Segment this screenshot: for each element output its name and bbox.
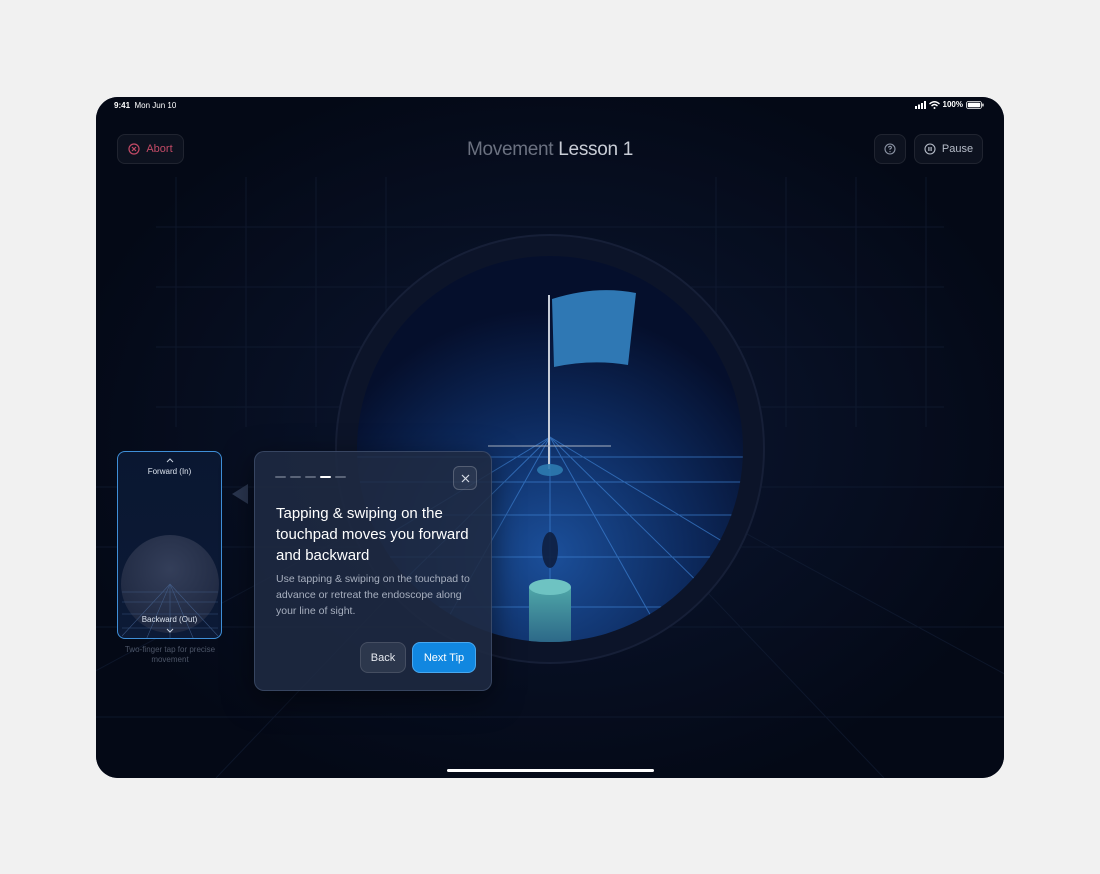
pause-circle-icon: [924, 143, 936, 155]
status-time-text: 9:41: [114, 101, 131, 110]
tip-dialog: Tapping & swiping on the touchpad moves …: [254, 451, 492, 691]
chevron-up-icon: [166, 458, 174, 463]
tip-step-indicator: [275, 476, 346, 478]
close-tip-button[interactable]: [453, 466, 477, 490]
status-bar: 9:41 Mon Jun 10 100%: [96, 97, 1004, 113]
backward-label: Backward (Out): [141, 615, 198, 624]
status-date: Mon Jun 10: [134, 101, 177, 110]
tip-body: Use tapping & swiping on the touchpad to…: [276, 573, 470, 617]
tablet-screen: 9:41 Mon Jun 10 100% Abort Movement Less…: [96, 97, 1004, 778]
pause-button[interactable]: Pause: [914, 134, 983, 164]
pause-label: Pause: [941, 143, 974, 155]
next-tip-button[interactable]: Next Tip: [412, 642, 476, 673]
tip-step-2: [290, 476, 301, 478]
battery-icon: [966, 100, 984, 109]
signal-icon: [914, 100, 926, 109]
tip-step-5: [335, 476, 346, 478]
tip-step-3: [305, 476, 316, 478]
status-time: 9:41 Mon Jun 10: [114, 101, 176, 110]
chevron-down-icon: [166, 628, 174, 633]
status-right: 100%: [914, 100, 984, 109]
battery-percent: 100%: [942, 100, 963, 109]
page-title: Movement Lesson 1: [96, 139, 1004, 161]
home-indicator[interactable]: [447, 769, 654, 772]
wifi-icon: [928, 100, 940, 109]
question-circle-icon: [884, 143, 896, 155]
scene-view: [96, 97, 1004, 778]
tip-step-1: [275, 476, 286, 478]
forward-label: Forward (In): [147, 467, 192, 476]
tip-heading: Tapping & swiping on the touchpad moves …: [276, 505, 469, 564]
touchpad-caption: Two-finger tap for precise movement: [124, 645, 216, 664]
tip-step-4: [320, 476, 331, 478]
close-icon: [461, 474, 469, 482]
back-button[interactable]: Back: [360, 642, 406, 673]
title-bold: Lesson 1: [558, 139, 633, 160]
title-light: Movement: [466, 139, 554, 160]
touchpad-diagram: Forward (In) Backward (Out): [117, 451, 222, 639]
help-button[interactable]: [874, 134, 906, 164]
